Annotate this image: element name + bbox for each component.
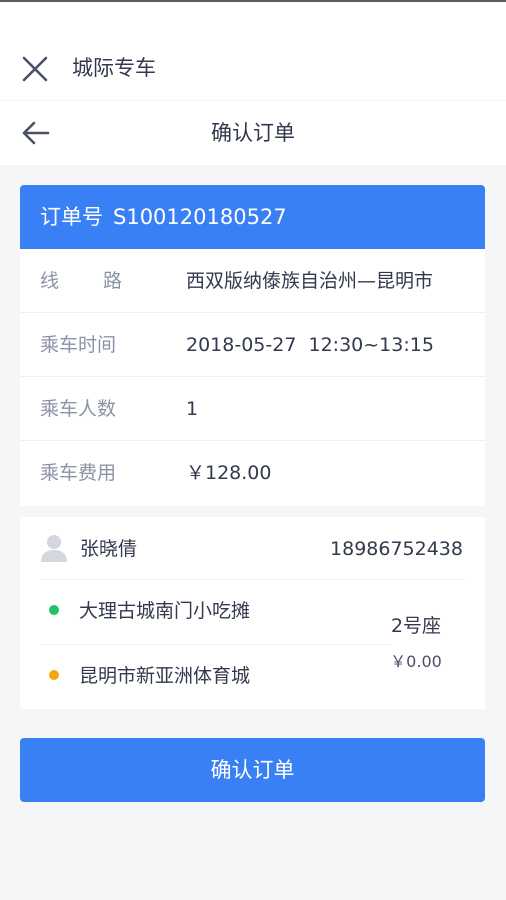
confirm-order-button[interactable]: 确认订单 [20, 738, 485, 802]
passenger-card: 张晓倩 18986752438 大理古城南门小吃摊 昆明市新亚洲体育城 2号座 … [20, 517, 485, 709]
ride-time-value: 2018-05-27 12:30~13:15 [186, 334, 434, 356]
seat-price: ￥0.00 [390, 652, 442, 671]
route-value: 西双版纳傣族自治州—昆明市 [186, 270, 434, 292]
ride-fee-label: 乘车费用 [40, 462, 117, 484]
route-row: 线路 西双版纳傣族自治州—昆明市 [20, 249, 485, 313]
end-stop-label: 昆明市新亚洲体育城 [79, 665, 251, 687]
end-stop: 昆明市新亚洲体育城 [40, 660, 250, 692]
start-stop: 大理古城南门小吃摊 [40, 595, 250, 627]
user-avatar-icon [41, 535, 67, 562]
ride-fee-row: 乘车费用 ￥128.00 [20, 441, 485, 506]
ride-time-row: 乘车时间 2018-05-27 12:30~13:15 [20, 313, 485, 377]
end-dot-icon [49, 669, 59, 680]
back-arrow-icon[interactable] [20, 119, 52, 147]
divider [40, 644, 392, 645]
nav-bar: 确认订单 [0, 101, 506, 165]
divider [40, 579, 465, 580]
seat-number: 2号座 [390, 615, 442, 637]
passenger-phone: 18986752438 [330, 538, 463, 560]
passenger-name: 张晓倩 [80, 538, 138, 560]
route-label-part-2: 路 [103, 270, 123, 292]
ride-time-label: 乘车时间 [40, 334, 117, 356]
start-dot-icon [49, 604, 59, 615]
app-bar: 城际专车 [0, 2, 506, 100]
order-number-value: S100120180527 [113, 205, 287, 229]
page-title: 确认订单 [211, 121, 295, 145]
passenger-count-row: 乘车人数 1 [20, 377, 485, 441]
start-stop-label: 大理古城南门小吃摊 [79, 600, 251, 622]
order-number-label: 订单号 [40, 205, 103, 229]
ride-fee-value: ￥128.00 [186, 462, 272, 484]
app-title: 城际专车 [72, 56, 156, 80]
order-card: 订单号 S100120180527 线路 西双版纳傣族自治州—昆明市 乘车时间 2… [20, 185, 485, 506]
order-number-header: 订单号 S100120180527 [20, 185, 485, 249]
passenger-count-label: 乘车人数 [40, 398, 117, 420]
route-label-part-1: 线 [40, 270, 60, 292]
passenger-count-value: 1 [186, 398, 199, 420]
route-label: 线路 [40, 249, 122, 313]
close-icon[interactable] [20, 54, 50, 84]
